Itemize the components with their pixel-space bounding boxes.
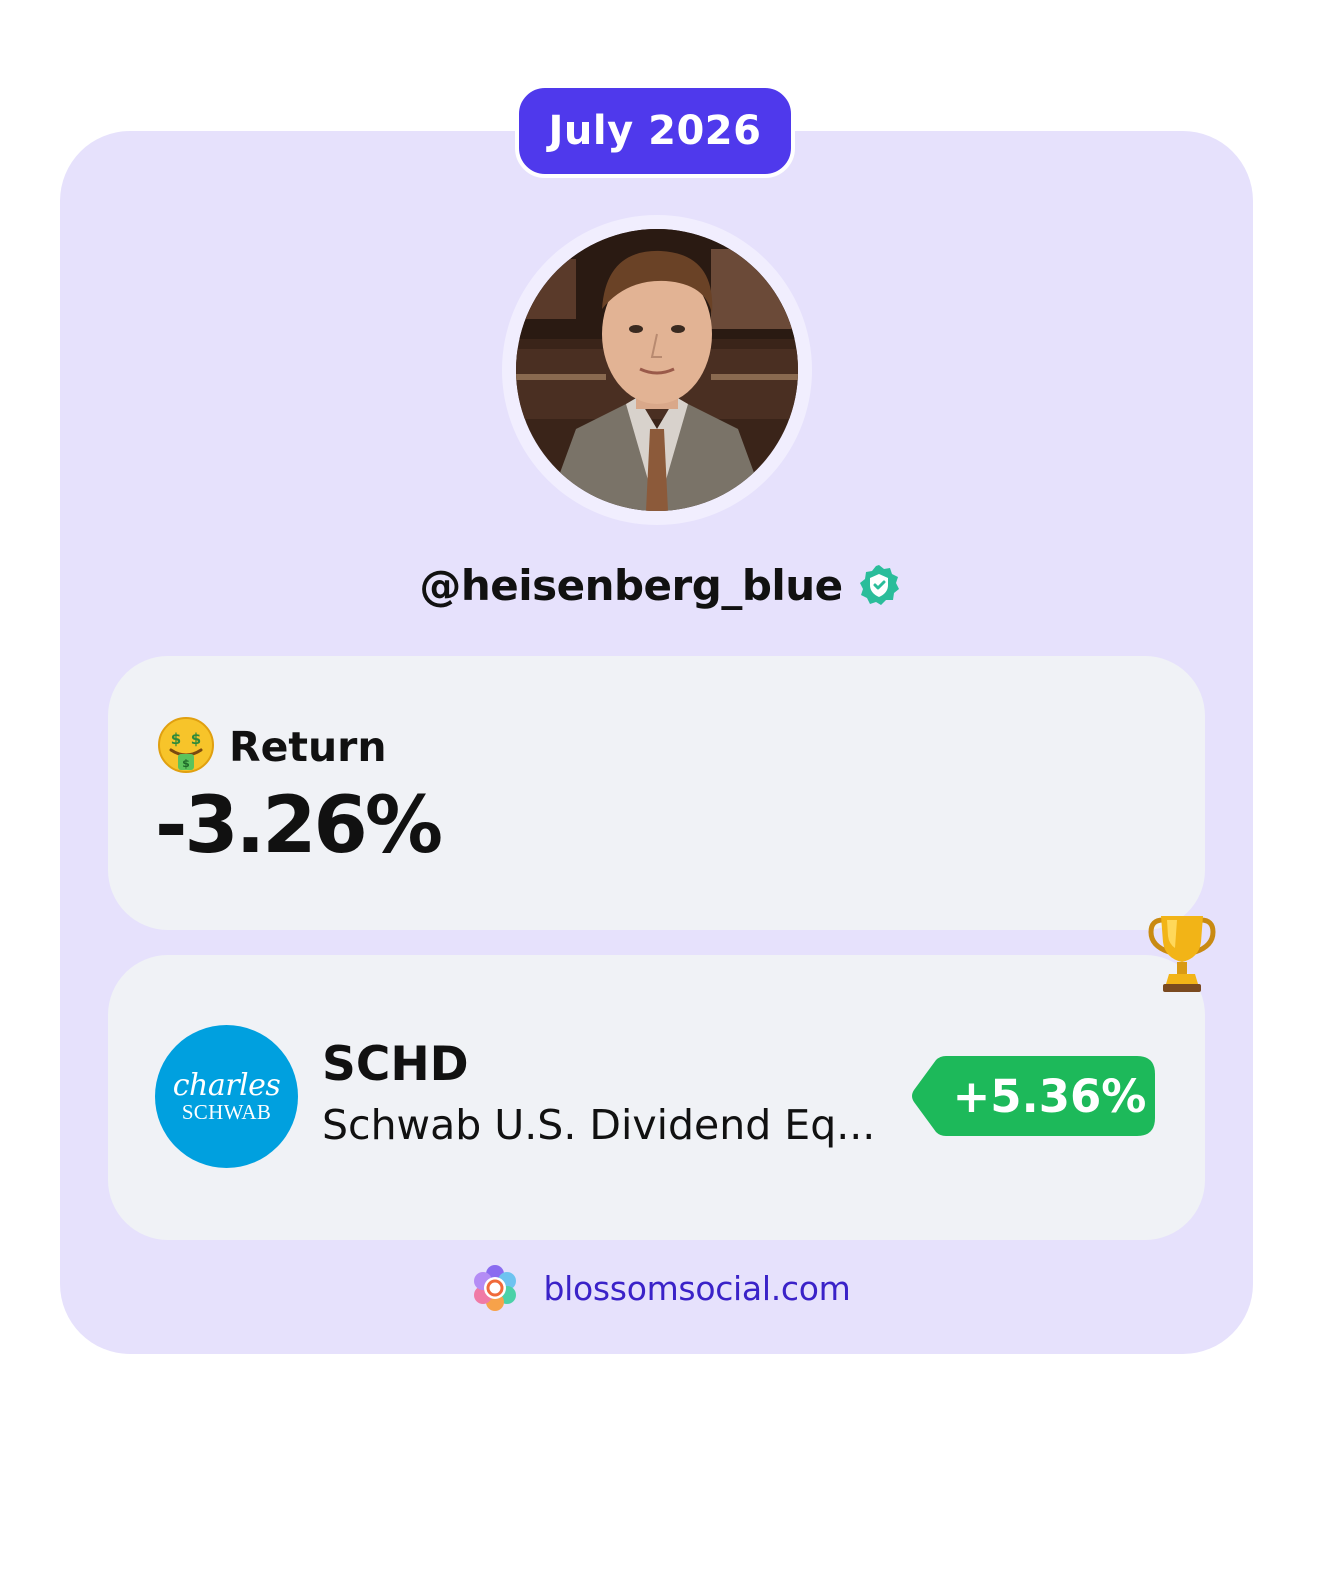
footer-site-link[interactable]: blossomsocial.com: [544, 1269, 851, 1308]
month-label: July 2026: [548, 108, 762, 154]
holding-change-badge: +5.36%: [910, 1054, 1157, 1138]
svg-text:$: $: [191, 730, 201, 748]
avatar-ring: [502, 215, 812, 525]
top-holding-panel[interactable]: charles SCHWAB SCHD Schwab U.S. Dividend…: [108, 955, 1205, 1240]
verified-badge-icon: [857, 563, 901, 607]
logo-line-1: charles: [172, 1067, 281, 1103]
holding-ticker: SCHD: [322, 1037, 469, 1092]
username[interactable]: @heisenberg_blue: [419, 561, 843, 610]
svg-text:$: $: [182, 757, 190, 770]
return-panel: $ $ $ Return -3.26%: [108, 656, 1205, 930]
return-label: Return: [229, 723, 387, 771]
svg-text:$: $: [171, 730, 181, 748]
holding-change-value: +5.36%: [952, 1069, 1147, 1123]
logo-line-2: SCHWAB: [181, 1099, 272, 1124]
trophy-icon: [1143, 912, 1221, 994]
avatar[interactable]: [516, 229, 798, 511]
blossom-logo-icon: [470, 1263, 520, 1313]
holding-name: Schwab U.S. Dividend Eq...: [322, 1101, 876, 1149]
username-row: @heisenberg_blue: [0, 555, 1320, 615]
return-value: -3.26%: [155, 781, 443, 871]
return-label-row: $ $ $ Return: [157, 716, 387, 778]
footer: blossomsocial.com: [0, 1262, 1320, 1314]
month-badge: July 2026: [515, 84, 795, 178]
money-mouth-face-icon: $ $ $: [157, 716, 215, 778]
avatar-photo: [516, 229, 798, 511]
schwab-logo: charles SCHWAB: [155, 1025, 298, 1168]
